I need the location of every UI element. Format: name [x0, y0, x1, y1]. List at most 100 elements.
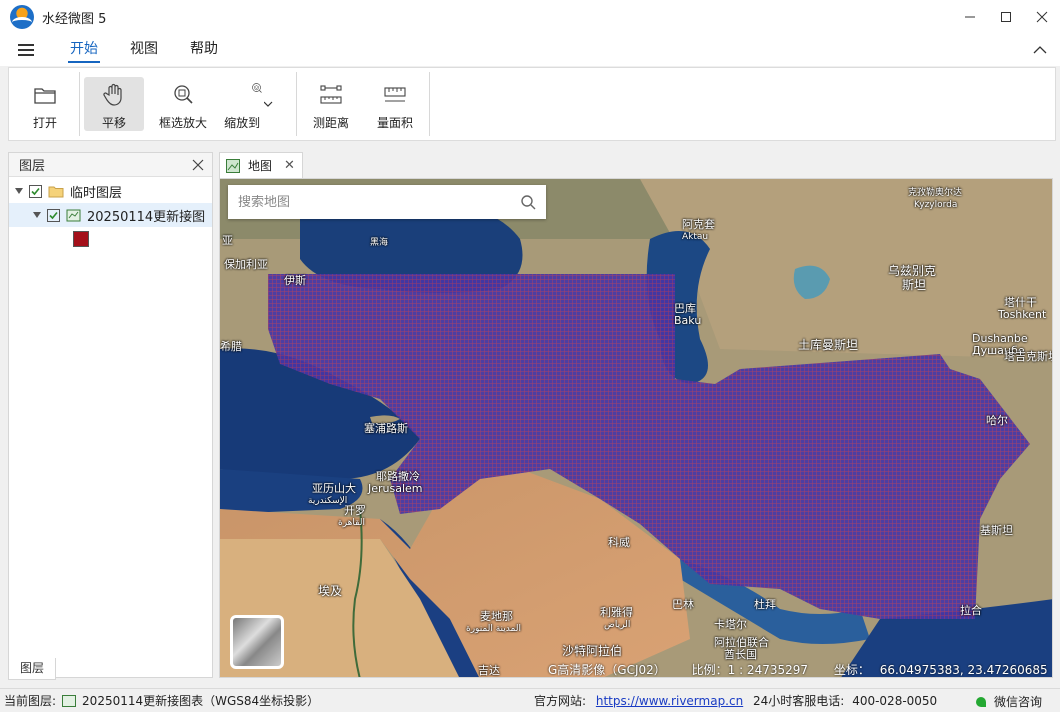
map-label: 麦地那	[480, 610, 513, 623]
zoom-box-label: 框选放大	[158, 116, 207, 130]
close-icon	[1036, 11, 1048, 23]
map-label: 杜拜	[754, 598, 776, 611]
tab-help[interactable]: 帮助	[174, 34, 234, 66]
zoom-to-label: 缩放到	[224, 101, 290, 131]
satellite-basemap	[220, 179, 1052, 677]
map-label: 沙特阿拉伯	[562, 644, 623, 658]
coord-value: 66.04975383, 23.47260685	[879, 663, 1048, 677]
coord-label: 坐标：	[833, 663, 870, 677]
ribbon-separator	[429, 72, 430, 136]
map-label: 亚	[222, 234, 233, 247]
phone-label: 24小时客服电话:	[753, 694, 845, 708]
ribbon-separator	[79, 72, 80, 136]
wechat-consult-button[interactable]: 微信咨询	[975, 693, 1042, 710]
basemap-switcher[interactable]	[230, 615, 284, 669]
map-label: 斯坦	[902, 278, 927, 292]
group-checkbox[interactable]	[29, 184, 42, 198]
site-info: 官方网站: https://www.rivermap.cn 24小时客服电话: …	[534, 692, 937, 709]
ribbon-toolbar: 打开 平移 框选放大 缩放到 测距离 量面积	[8, 67, 1056, 141]
tab-start[interactable]: 开始	[54, 34, 114, 66]
map-label: Kyzylorda	[914, 200, 958, 210]
map-search-box	[228, 185, 546, 219]
polygon-layer-icon	[62, 694, 77, 707]
map-label: Jerusalem	[368, 482, 423, 495]
map-document-tab[interactable]: 地图 ✕	[219, 152, 303, 178]
zoom-in-icon	[174, 85, 193, 104]
maximize-button[interactable]	[988, 0, 1024, 34]
pan-button[interactable]: 平移	[84, 77, 144, 131]
layer-label: 20250114更新接图	[87, 209, 206, 225]
menu-bar: 开始 视图 帮助	[0, 34, 1060, 66]
close-tab-icon[interactable]: ✕	[284, 158, 295, 173]
current-layer-label: 当前图层:	[4, 694, 57, 708]
expand-arrow-icon[interactable]	[15, 188, 23, 194]
layer-panel-title: 图层	[19, 159, 46, 174]
open-label: 打开	[32, 116, 57, 130]
map-label: 阿克套	[682, 218, 715, 231]
map-status-overlay: G高清影像（GCJ02） 比例：1 : 24735297 坐标： 66.0497…	[548, 661, 1052, 677]
wechat-label: 微信咨询	[993, 695, 1042, 709]
map-label: 克孜勒奥尔达	[908, 188, 963, 198]
map-label: 拉合	[960, 604, 982, 617]
site-label: 官方网站:	[534, 694, 587, 708]
folder-icon	[34, 88, 56, 104]
measure-area-button[interactable]: 量面积	[365, 77, 425, 131]
map-label: 埃及	[318, 584, 343, 598]
window-title: 水经微图 5	[42, 11, 107, 27]
collapse-ribbon-icon[interactable]	[1032, 42, 1048, 58]
map-label: 希腊	[220, 340, 242, 353]
map-label: المدينة المنورة	[466, 624, 521, 634]
map-label: 巴林	[672, 598, 694, 611]
site-link[interactable]: https://www.rivermap.cn	[596, 694, 743, 708]
ruler-area-icon	[384, 87, 406, 102]
layer-row[interactable]: 20250114更新接图	[9, 203, 212, 227]
title-bar: 水经微图 5	[0, 0, 1060, 34]
map-label: 卡塔尔	[714, 618, 747, 631]
map-label: 科威	[608, 536, 630, 549]
zoom-to-button[interactable]: 缩放到	[222, 77, 292, 131]
map-tab-label: 地图	[248, 159, 273, 173]
minimize-button[interactable]	[952, 0, 988, 34]
layer-panel: 图层 临时图层 20250114更新接图	[8, 152, 213, 678]
layer-group-label: 临时图层	[70, 185, 123, 201]
hamburger-menu-icon[interactable]	[18, 44, 34, 56]
current-layer-value: 20250114更新接图表（WGS84坐标投影）	[82, 694, 320, 708]
search-icon[interactable]	[520, 194, 536, 210]
map-label: 利雅得	[600, 606, 633, 619]
close-panel-icon[interactable]	[192, 159, 204, 171]
map-label: 土库曼斯坦	[798, 338, 859, 352]
dropdown-arrow-icon	[263, 101, 273, 107]
wechat-icon	[975, 696, 986, 707]
map-label: 塔吉克斯坦	[1004, 350, 1052, 363]
phone-value: 400-028-0050	[852, 694, 938, 708]
maximize-icon	[1001, 12, 1011, 22]
status-bar: 当前图层: 20250114更新接图表（WGS84坐标投影） 官方网站: htt…	[0, 688, 1060, 712]
tab-view[interactable]: 视图	[114, 34, 174, 66]
map-icon	[226, 158, 240, 173]
map-label: 亚历山大	[312, 482, 356, 495]
layer-group-row[interactable]: 临时图层	[9, 179, 212, 203]
map-scale: 比例：1 : 24735297	[691, 663, 809, 677]
map-canvas[interactable]: 黑海 亚 保加利亚 伊斯 希腊 阿克套 Aktau 克孜勒奥尔达 Kyzylor…	[219, 178, 1053, 678]
check-icon	[49, 211, 58, 219]
pan-label: 平移	[101, 116, 126, 130]
map-label: 哈尔	[986, 414, 1008, 427]
map-label: Toshkent	[998, 308, 1047, 321]
zoom-box-button[interactable]: 框选放大	[148, 77, 218, 131]
map-label: 开罗	[344, 504, 366, 517]
layer-checkbox[interactable]	[47, 208, 60, 222]
close-button[interactable]	[1024, 0, 1060, 34]
hand-icon	[103, 83, 122, 106]
map-label: 保加利亚	[224, 258, 268, 271]
app-logo-icon	[10, 5, 34, 29]
expand-arrow-icon[interactable]	[33, 212, 41, 218]
map-label: 塞浦路斯	[364, 422, 408, 435]
ribbon-separator	[296, 72, 297, 136]
layer-panel-tab[interactable]: 图层	[8, 658, 56, 680]
measure-area-label: 量面积	[376, 116, 413, 130]
measure-distance-label: 测距离	[312, 116, 349, 130]
measure-distance-button[interactable]: 测距离	[301, 77, 361, 131]
map-label: Aktau	[682, 232, 709, 242]
open-button[interactable]: 打开	[15, 77, 75, 131]
map-search-input[interactable]	[238, 194, 520, 210]
